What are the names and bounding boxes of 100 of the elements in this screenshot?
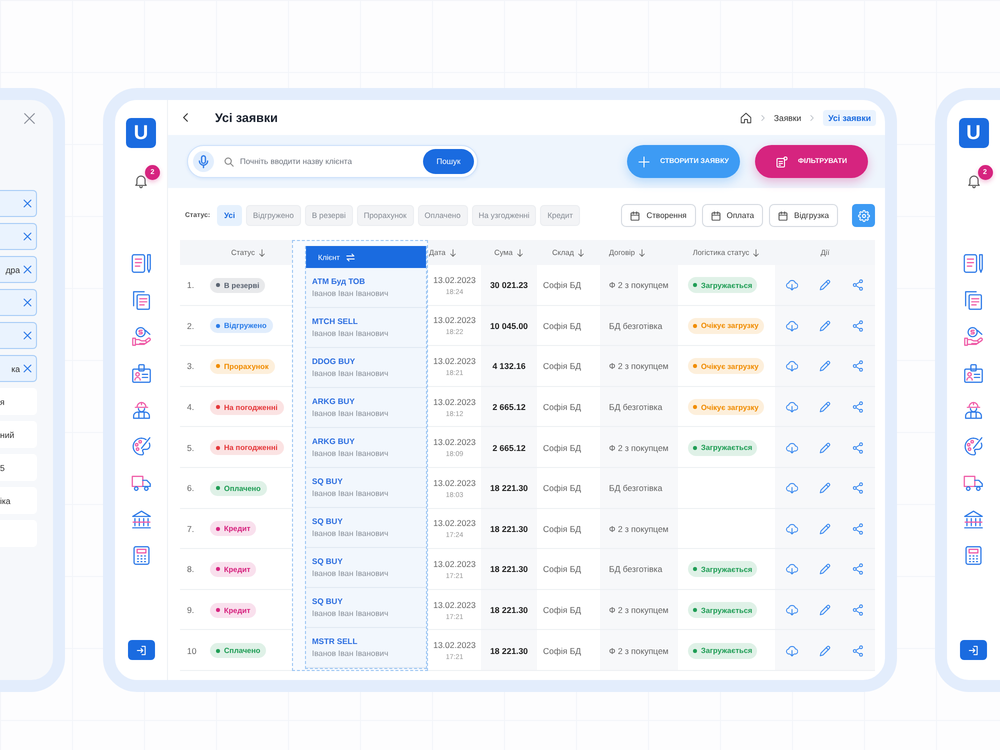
share-icon[interactable] <box>852 604 864 616</box>
settings-button[interactable] <box>852 204 875 227</box>
palette-icon[interactable] <box>130 436 152 456</box>
client-name[interactable]: MTCH SELL <box>312 317 358 326</box>
worker-icon[interactable] <box>963 399 984 420</box>
pencil-icon[interactable] <box>818 604 831 616</box>
bell-icon[interactable] <box>966 173 980 189</box>
share-icon[interactable] <box>852 279 864 292</box>
client-name[interactable]: SQ BUY <box>312 477 343 486</box>
filter-option[interactable] <box>0 322 37 349</box>
filter-option[interactable]: іка <box>0 487 37 514</box>
cloud-download-icon[interactable] <box>786 563 798 576</box>
filter-option[interactable]: ка <box>0 355 37 382</box>
remove-icon[interactable] <box>23 265 32 274</box>
filter-option[interactable]: 5 <box>0 454 37 481</box>
hand-coin-icon[interactable] <box>130 326 152 347</box>
client-name[interactable]: DDOG BUY <box>312 357 356 366</box>
client-name[interactable]: SQ BUY <box>312 517 343 526</box>
plus-icon <box>638 156 650 168</box>
share-icon[interactable] <box>852 563 864 576</box>
client-name[interactable]: АТМ Буд ТОВ <box>312 277 366 286</box>
date-filter-button[interactable]: Оплата <box>702 204 764 227</box>
logout-button[interactable] <box>960 640 987 660</box>
filter-option[interactable] <box>0 289 37 316</box>
contract-text: БД безготівка <box>609 320 662 331</box>
filter-option[interactable]: ний <box>0 421 37 448</box>
document-pencil-icon[interactable] <box>130 253 152 274</box>
client-name[interactable]: SQ BUY <box>312 557 343 566</box>
pencil-icon[interactable] <box>818 279 831 292</box>
contract-text: Ф 2 з покупцем <box>609 524 669 534</box>
pencil-icon[interactable] <box>818 563 831 576</box>
microphone-icon[interactable] <box>193 151 214 172</box>
pencil-icon[interactable] <box>818 522 831 535</box>
remove-icon[interactable] <box>23 364 32 373</box>
client-name[interactable]: MSTR SELL <box>312 637 358 646</box>
pencil-icon[interactable] <box>818 360 831 372</box>
search-field[interactable]: Почніть вводити назву клієнта Пошук <box>187 145 478 178</box>
calendar-icon <box>710 210 721 220</box>
home-icon[interactable] <box>740 112 752 124</box>
contract-text: Ф 2 з покупцем <box>609 646 669 656</box>
cloud-download-icon[interactable] <box>786 360 798 372</box>
filter-option[interactable] <box>0 190 37 217</box>
share-icon[interactable] <box>852 320 864 332</box>
amount-text: 2 665.12 <box>492 402 526 412</box>
date-filter-button[interactable]: Відгрузка <box>769 204 838 227</box>
id-card-icon[interactable] <box>130 362 152 384</box>
remove-icon[interactable] <box>23 199 32 208</box>
search-button[interactable]: Пошук <box>423 149 474 174</box>
remove-icon[interactable] <box>23 331 32 340</box>
bell-icon[interactable] <box>134 173 148 189</box>
date-filter-button[interactable]: Створення <box>621 204 696 227</box>
back-icon[interactable] <box>181 113 190 122</box>
client-name[interactable]: ARKG BUY <box>312 397 355 406</box>
calculator-icon[interactable] <box>130 545 152 566</box>
pencil-icon[interactable] <box>818 482 831 494</box>
amount-text: 4 132.16 <box>492 361 526 372</box>
remove-icon[interactable] <box>23 232 32 241</box>
cloud-download-icon[interactable] <box>786 320 798 332</box>
remove-icon[interactable] <box>23 298 32 307</box>
calculator-icon[interactable] <box>963 545 984 566</box>
sort-arrow-icon <box>258 248 266 256</box>
chevron-right-icon <box>809 114 816 120</box>
share-icon[interactable] <box>852 360 864 372</box>
bank-icon[interactable] <box>130 508 152 530</box>
client-name[interactable]: ARKG BUY <box>312 437 355 446</box>
pencil-icon[interactable] <box>818 401 831 414</box>
cloud-download-icon[interactable] <box>786 604 798 616</box>
breadcrumb-link[interactable]: Заявки <box>774 112 802 122</box>
share-icon[interactable] <box>852 442 864 454</box>
cloud-download-icon[interactable] <box>786 522 798 535</box>
cloud-download-icon[interactable] <box>786 401 798 414</box>
share-icon[interactable] <box>852 644 864 657</box>
pencil-icon[interactable] <box>818 644 831 657</box>
pencil-icon[interactable] <box>818 320 831 332</box>
hand-coin-icon[interactable] <box>963 326 984 347</box>
logout-button[interactable] <box>128 640 154 660</box>
breadcrumb-link[interactable]: Усі заявки <box>823 110 876 126</box>
palette-icon[interactable] <box>963 436 984 456</box>
documents-icon[interactable] <box>963 290 984 310</box>
share-icon[interactable] <box>852 482 864 494</box>
filter-option[interactable]: дра <box>0 256 37 283</box>
share-icon[interactable] <box>852 401 864 414</box>
filter-option[interactable] <box>0 223 37 250</box>
client-name[interactable]: SQ BUY <box>312 597 343 606</box>
share-icon[interactable] <box>852 522 864 535</box>
filter-option[interactable]: я <box>0 388 37 415</box>
document-pencil-icon[interactable] <box>963 253 984 274</box>
worker-icon[interactable] <box>130 399 152 420</box>
amount-text: 2 665.12 <box>492 442 526 453</box>
cloud-download-icon[interactable] <box>786 279 798 292</box>
cloud-download-icon[interactable] <box>786 482 798 494</box>
cloud-download-icon[interactable] <box>786 644 798 657</box>
pencil-icon[interactable] <box>818 442 831 454</box>
amount-text: 18 221.30 <box>490 483 528 494</box>
documents-icon[interactable] <box>130 290 152 310</box>
close-icon[interactable] <box>23 112 36 125</box>
bank-icon[interactable] <box>963 508 984 530</box>
settings-icon <box>858 210 870 222</box>
cloud-download-icon[interactable] <box>786 442 798 454</box>
id-card-icon[interactable] <box>963 362 984 384</box>
